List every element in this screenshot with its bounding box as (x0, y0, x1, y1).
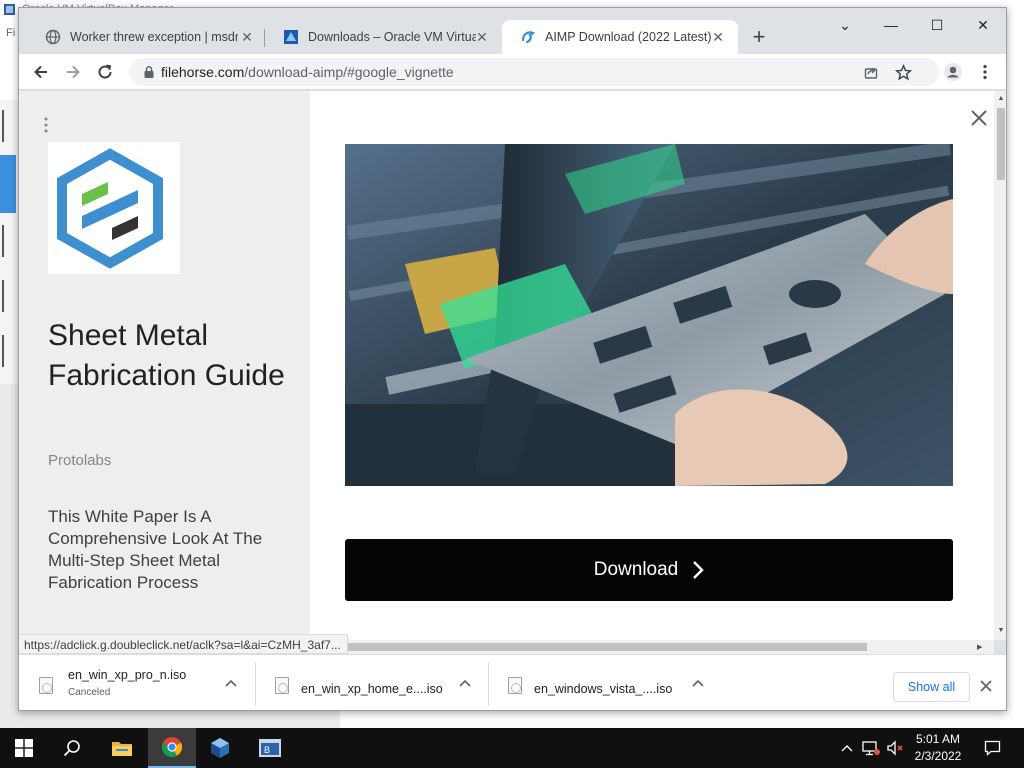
scroll-right-arrow-icon[interactable]: ▶ (977, 643, 982, 651)
download-filename: en_windows_vista_....iso (534, 682, 673, 696)
close-shelf-icon[interactable] (978, 678, 994, 694)
reload-button[interactable] (91, 58, 119, 86)
forward-arrow-icon (67, 65, 80, 79)
clock-time: 5:01 AM (915, 732, 961, 746)
profile-avatar[interactable] (939, 58, 967, 86)
background-sidebar-mark (2, 110, 14, 142)
network-icon[interactable] (860, 728, 882, 768)
back-arrow-icon (34, 65, 47, 79)
horizontal-scroll-thumb[interactable] (339, 643, 867, 651)
reload-icon (98, 64, 112, 79)
close-tab-icon[interactable]: ✕ (474, 29, 490, 45)
download-item[interactable]: en_win_xp_pro_n.iso Canceled (19, 655, 255, 710)
ad-options-icon[interactable] (43, 117, 49, 133)
lock-icon[interactable] (142, 65, 156, 79)
tab-search-icon[interactable]: ⌄ (822, 13, 868, 37)
sheet-metal-photo (345, 144, 953, 486)
svg-text:B: B (264, 745, 270, 755)
download-item[interactable]: en_windows_vista_....iso (488, 655, 720, 710)
file-explorer-icon[interactable] (98, 728, 146, 768)
taskbar-clock[interactable]: 5:01 AM 2/3/2022 (908, 731, 968, 765)
close-window-button[interactable]: ✕ (960, 13, 1006, 37)
chevron-up-icon[interactable] (457, 675, 473, 691)
tab-title: Worker threw exception | msdn.M (70, 30, 238, 44)
tab-aimp-download[interactable]: AIMP Download (2022 Latest) ✕ (502, 20, 738, 54)
windows-start-icon[interactable] (0, 728, 48, 768)
virtualbox-taskbar-icon[interactable] (196, 728, 244, 768)
browser-toolbar: filehorse.com/download-aimp/#google_vign… (19, 54, 1006, 90)
download-status: Canceled (68, 687, 111, 698)
file-icon (508, 677, 522, 694)
tab-title: AIMP Download (2022 Latest) (545, 30, 712, 44)
download-filename: en_win_xp_home_e....iso (301, 682, 443, 696)
page-content: Sheet Metal Fabrication Guide Protolabs … (19, 91, 994, 640)
tab-msdn[interactable]: Worker threw exception | msdn.M ✕ (27, 20, 267, 54)
volume-muted-icon[interactable] (884, 728, 906, 768)
clock-date: 2/3/2022 (914, 749, 962, 763)
background-menu[interactable]: Fi (6, 27, 15, 39)
maximize-button[interactable]: ☐ (914, 13, 960, 37)
scroll-up-arrow-icon[interactable]: ▲ (997, 95, 1005, 103)
minimize-button[interactable]: — (868, 13, 914, 37)
background-sidebar-mark (2, 280, 14, 312)
tab-virtualbox-downloads[interactable]: Downloads – Oracle VM VirtualB ✕ (265, 20, 502, 54)
new-tab-button[interactable]: + (746, 25, 772, 51)
url-text[interactable]: filehorse.com/download-aimp/#google_vign… (161, 64, 454, 80)
taskbar: B 5:01 AM 2/3/2022 (0, 728, 1024, 768)
address-bar[interactable]: filehorse.com/download-aimp/#google_vign… (129, 58, 939, 86)
ad-image[interactable] (345, 144, 953, 486)
status-bubble-url: https://adclick.g.doubleclick.net/aclk?s… (19, 634, 348, 654)
ad-description[interactable]: This White Paper Is A Comprehensive Look… (48, 506, 263, 594)
tab-strip: Worker threw exception | msdn.M ✕ Downlo… (19, 8, 1006, 54)
background-selected-item[interactable] (0, 155, 16, 213)
virtualbox-icon (283, 29, 299, 45)
profile-icon (944, 63, 962, 81)
close-tab-icon[interactable]: ✕ (710, 29, 726, 45)
advertiser-logo[interactable] (48, 142, 180, 274)
notifications-icon[interactable] (980, 728, 1004, 768)
close-tab-icon[interactable]: ✕ (239, 29, 255, 45)
ad-info-panel[interactable]: Sheet Metal Fabrication Guide Protolabs … (19, 91, 310, 640)
protolabs-logo-icon (57, 148, 163, 269)
show-all-button[interactable]: Show all (893, 672, 970, 702)
file-icon (39, 677, 53, 694)
chrome-menu-button[interactable] (971, 58, 999, 86)
ad-brand[interactable]: Protolabs (48, 452, 111, 469)
scroll-down-arrow-icon[interactable]: ▼ (997, 627, 1005, 635)
vbox-manager-icon[interactable]: B (246, 728, 294, 768)
share-icon[interactable] (861, 62, 881, 82)
globe-icon (45, 29, 61, 45)
background-sidebar-mark (2, 225, 14, 257)
tab-title: Downloads – Oracle VM VirtualB (308, 30, 476, 44)
ad-download-button[interactable]: Download (345, 539, 953, 601)
download-filename: en_win_xp_pro_n.iso (68, 668, 187, 682)
chrome-window: Worker threw exception | msdn.M ✕ Downlo… (18, 7, 1007, 711)
more-vertical-icon (983, 64, 987, 80)
chevron-up-icon[interactable] (690, 675, 706, 691)
file-icon (275, 677, 289, 694)
virtualbox-app-icon (4, 4, 15, 15)
vertical-scrollbar[interactable]: ▲ ▼ (994, 91, 1006, 640)
back-button[interactable] (27, 58, 55, 86)
chrome-icon[interactable] (148, 728, 196, 768)
filehorse-icon (520, 29, 536, 45)
chevron-up-icon[interactable] (223, 675, 239, 691)
background-sidebar-mark (2, 335, 14, 367)
show-hidden-icons-icon[interactable] (838, 728, 856, 768)
url-path: /download-aimp/#google_vignette (244, 64, 454, 80)
ad-headline[interactable]: Sheet Metal Fabrication Guide (48, 316, 288, 396)
close-ad-icon[interactable] (969, 108, 989, 128)
download-item[interactable]: en_win_xp_home_e....iso (255, 655, 487, 710)
vertical-scroll-thumb[interactable] (997, 108, 1005, 180)
bookmark-star-icon[interactable] (893, 62, 913, 82)
download-shelf: en_win_xp_pro_n.iso Canceled en_win_xp_h… (19, 654, 1006, 710)
download-label: Download (593, 559, 679, 580)
chevron-right-icon (693, 561, 704, 579)
url-host: filehorse.com (161, 64, 245, 80)
background-sidebar (0, 100, 18, 390)
forward-button[interactable] (59, 58, 87, 86)
search-icon[interactable] (48, 728, 96, 768)
